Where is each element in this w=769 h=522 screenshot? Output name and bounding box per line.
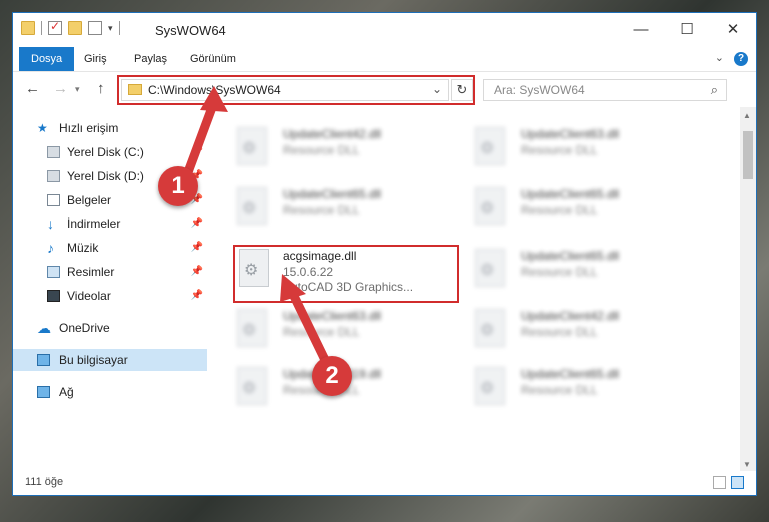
arrow-2 <box>287 287 331 367</box>
annotation-overlay <box>183 86 331 367</box>
arrow-1-head <box>200 86 228 112</box>
arrow-2-head <box>280 274 306 302</box>
arrow-1 <box>183 97 219 177</box>
step-marker-2: 2 <box>312 356 352 396</box>
step-marker-1: 1 <box>158 166 198 206</box>
